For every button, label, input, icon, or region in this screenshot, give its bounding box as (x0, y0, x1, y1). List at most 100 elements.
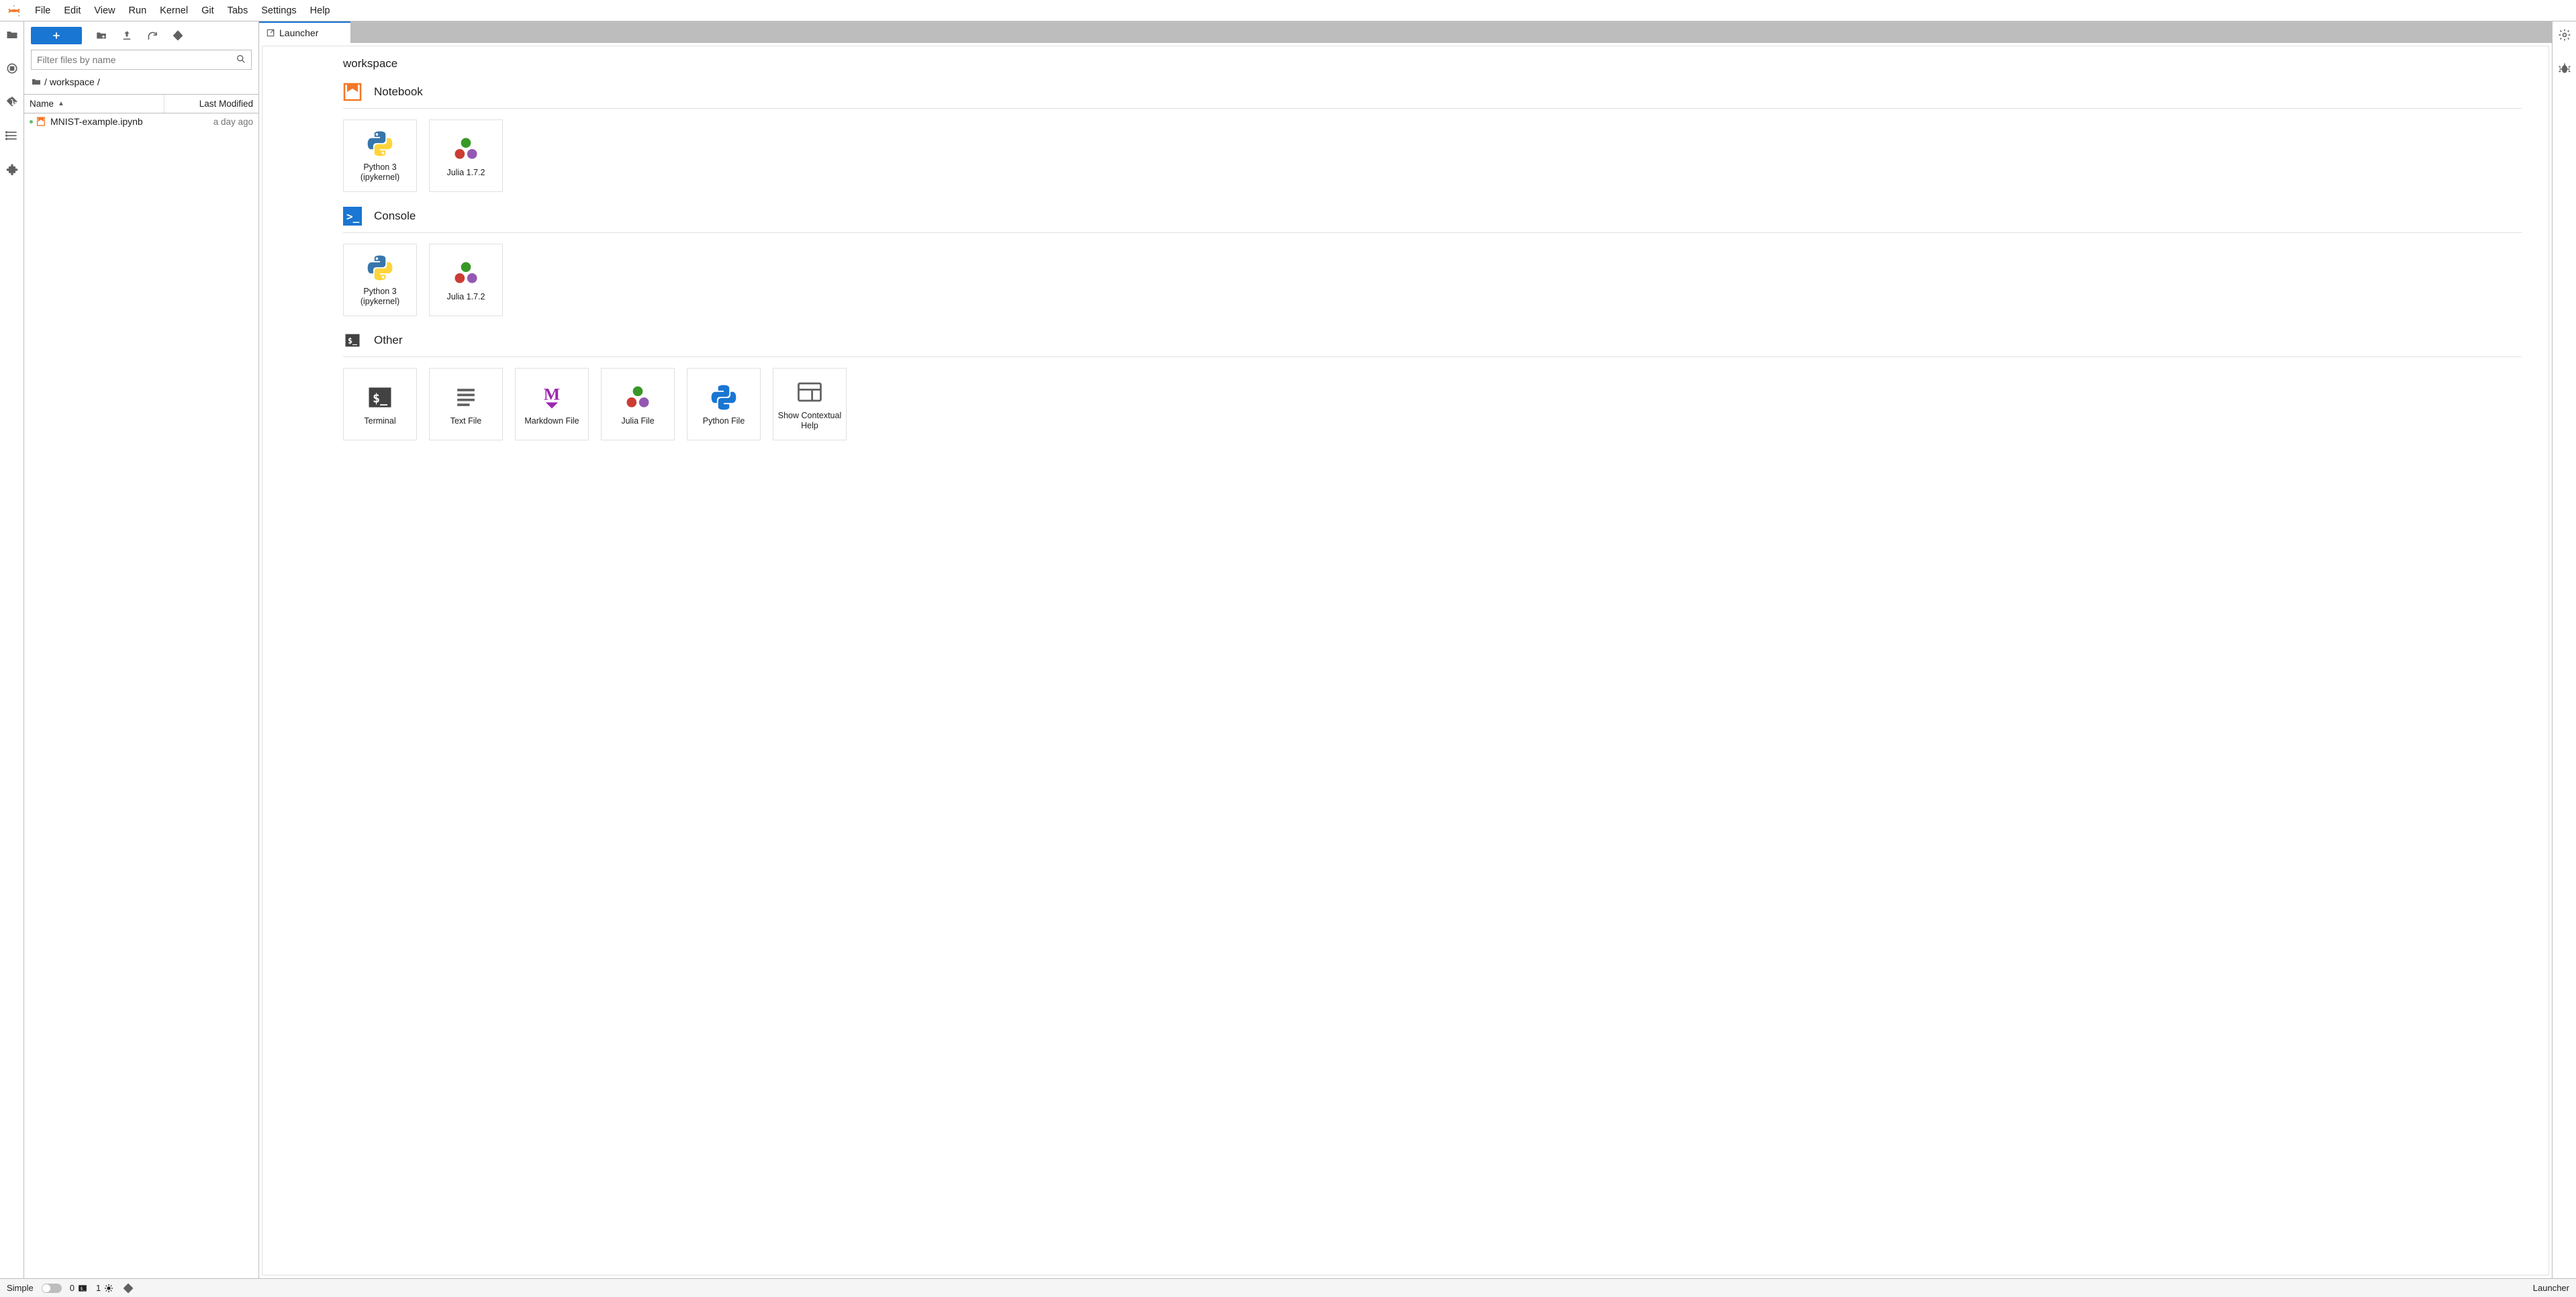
column-name[interactable]: Name▲ (24, 95, 164, 113)
menu-kernel[interactable]: Kernel (153, 1, 195, 20)
menu-view[interactable]: View (87, 1, 122, 20)
file-browser-panel: / workspace / Name▲ Last Modified MNIST-… (24, 21, 259, 1278)
menu-git[interactable]: Git (195, 1, 221, 20)
launcher-card[interactable]: $_ Terminal (343, 368, 417, 440)
launcher-card[interactable]: Show Contextual Help (773, 368, 847, 440)
julia-icon (623, 383, 653, 412)
launcher-section: >_ Console Python 3 (ipykernel) Julia 1.7.2 (343, 207, 2548, 316)
section-title: Other (374, 334, 403, 347)
new-launcher-button[interactable] (31, 27, 82, 44)
property-inspector-icon[interactable] (2558, 28, 2571, 42)
launcher-card[interactable]: Julia 1.7.2 (429, 119, 503, 192)
status-mode: Launcher (2533, 1283, 2569, 1293)
breadcrumb[interactable]: / workspace / (24, 74, 258, 94)
console-icon: >_ (343, 207, 362, 226)
launcher-section-header: $_ Other (343, 331, 2522, 357)
launcher-section: Notebook Python 3 (ipykernel) Julia 1.7.2 (343, 83, 2548, 192)
svg-text:M: M (544, 384, 560, 403)
terminal-icon: $_ (365, 383, 395, 412)
launcher-card[interactable]: Julia File (601, 368, 675, 440)
launcher-cards: Python 3 (ipykernel) Julia 1.7.2 (343, 109, 2548, 192)
launcher-card[interactable]: MMarkdown File (515, 368, 589, 440)
pyfile-icon (709, 383, 738, 412)
launch-icon (266, 28, 275, 38)
card-label: Show Contextual Help (776, 411, 843, 431)
launcher-card[interactable]: Python 3 (ipykernel) (343, 244, 417, 316)
upload-icon[interactable] (121, 30, 133, 42)
launcher-card[interactable]: Python File (687, 368, 761, 440)
file-list: MNIST-example.ipynb a day ago (24, 113, 258, 130)
toc-icon[interactable] (5, 129, 19, 142)
new-folder-icon[interactable] (95, 30, 107, 42)
menu-file[interactable]: File (28, 1, 57, 20)
launcher-card[interactable]: Text File (429, 368, 503, 440)
menubar: File Edit View Run Kernel Git Tabs Setti… (0, 0, 2576, 21)
notebook-icon (36, 116, 46, 127)
launcher-cwd: workspace (343, 57, 2548, 70)
tab-launcher[interactable]: Launcher (259, 21, 350, 43)
file-browser-toolbar (24, 21, 258, 50)
card-label: Julia 1.7.2 (447, 292, 485, 302)
folder-icon[interactable] (5, 28, 19, 42)
git-icon[interactable] (5, 95, 19, 109)
launcher-card[interactable]: Python 3 (ipykernel) (343, 119, 417, 192)
file-filter (31, 50, 252, 70)
menu-tabs[interactable]: Tabs (221, 1, 255, 20)
python-icon (365, 253, 395, 283)
card-label: Text File (450, 416, 482, 426)
kernels-count[interactable]: 1 (96, 1283, 114, 1294)
section-title: Notebook (374, 85, 423, 99)
extensions-icon[interactable] (5, 162, 19, 176)
git-branch-status-icon[interactable] (122, 1282, 134, 1294)
card-label: Python 3 (ipykernel) (346, 287, 414, 307)
card-label: Julia 1.7.2 (447, 168, 485, 178)
notebook-icon (343, 83, 362, 101)
status-bar: Simple 0 $_ 1 Launcher (0, 1278, 2576, 1297)
modified-indicator-icon (30, 120, 33, 124)
markdown-icon: M (537, 383, 567, 412)
svg-text:$_: $_ (348, 336, 358, 346)
launcher-section-header: Notebook (343, 83, 2522, 109)
simple-mode-toggle[interactable] (42, 1284, 62, 1293)
help-icon (795, 377, 824, 407)
card-label: Julia File (621, 416, 654, 426)
column-modified[interactable]: Last Modified (164, 95, 258, 113)
terminals-count[interactable]: 0 $_ (70, 1283, 88, 1293)
launcher-card[interactable]: Julia 1.7.2 (429, 244, 503, 316)
git-actions-icon[interactable] (172, 30, 184, 42)
search-icon (236, 54, 246, 64)
main-area: Launcher workspace Notebook Python 3 (ipy… (259, 21, 2552, 1278)
section-title: Console (374, 209, 416, 223)
svg-text:$_: $_ (80, 1286, 85, 1291)
tab-strip: Launcher (259, 21, 2552, 43)
text-icon (451, 383, 481, 412)
refresh-icon[interactable] (146, 30, 158, 42)
launcher-section: $_ Other $_ Terminal Text File MMarkdown File… (343, 331, 2548, 440)
python-icon (365, 129, 395, 158)
card-label: Terminal (364, 416, 395, 426)
breadcrumb-sep: / (97, 77, 100, 87)
menu-settings[interactable]: Settings (254, 1, 303, 20)
left-activity-bar (0, 21, 24, 1278)
card-label: Python File (703, 416, 745, 426)
breadcrumb-item[interactable]: workspace (50, 77, 95, 87)
file-row[interactable]: MNIST-example.ipynb a day ago (24, 113, 258, 130)
jupyter-logo-icon (7, 3, 21, 18)
folder-icon (31, 77, 42, 87)
file-list-header: Name▲ Last Modified (24, 94, 258, 113)
file-filter-input[interactable] (31, 50, 252, 70)
right-activity-bar (2552, 21, 2576, 1278)
simple-mode-label: Simple (7, 1283, 34, 1293)
breadcrumb-sep: / (44, 77, 47, 87)
svg-text:$_: $_ (373, 391, 388, 405)
tab-title: Launcher (279, 28, 318, 38)
menu-run[interactable]: Run (122, 1, 154, 20)
menu-help[interactable]: Help (303, 1, 337, 20)
sort-asc-icon: ▲ (58, 100, 64, 107)
menu-edit[interactable]: Edit (57, 1, 87, 20)
file-modified: a day ago (213, 117, 253, 127)
julia-icon (451, 134, 481, 164)
launcher-cards: $_ Terminal Text File MMarkdown File Julia F… (343, 357, 2548, 440)
running-icon[interactable] (5, 62, 19, 75)
debugger-icon[interactable] (2558, 62, 2571, 75)
